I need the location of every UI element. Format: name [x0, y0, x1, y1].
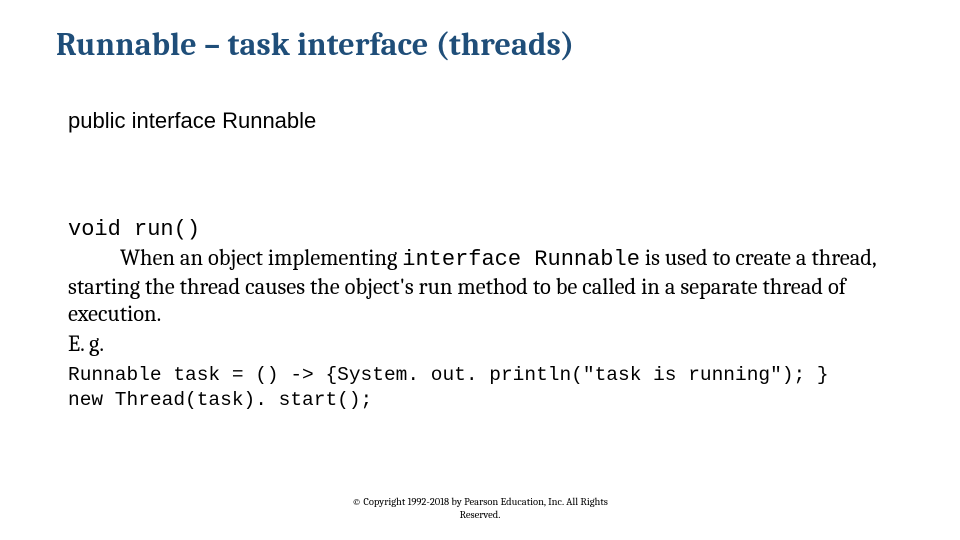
footer-line-2: Reserved. [460, 509, 501, 521]
slide: Runnable – task interface (threads) publ… [0, 0, 960, 540]
method-description: When an object implementing interface Ru… [68, 245, 900, 329]
method-signature: void run() [68, 216, 900, 243]
desc-inline-code: interface Runnable [402, 247, 640, 272]
code-line-2: new Thread(task). start(); [68, 389, 372, 411]
copyright-footer: © Copyright 1992-2018 by Pearson Educati… [0, 496, 960, 522]
footer-line-1: © Copyright 1992-2018 by Pearson Educati… [352, 496, 608, 508]
body-content: void run() When an object implementing i… [68, 216, 900, 413]
desc-prefix: When an object implementing [120, 245, 402, 271]
example-code: Runnable task = () -> {System. out. prin… [68, 363, 900, 413]
code-line-1: Runnable task = () -> {System. out. prin… [68, 364, 829, 386]
slide-title: Runnable – task interface (threads) [56, 26, 574, 63]
example-label: E. g. [68, 331, 900, 359]
interface-declaration: public interface Runnable [68, 108, 316, 134]
